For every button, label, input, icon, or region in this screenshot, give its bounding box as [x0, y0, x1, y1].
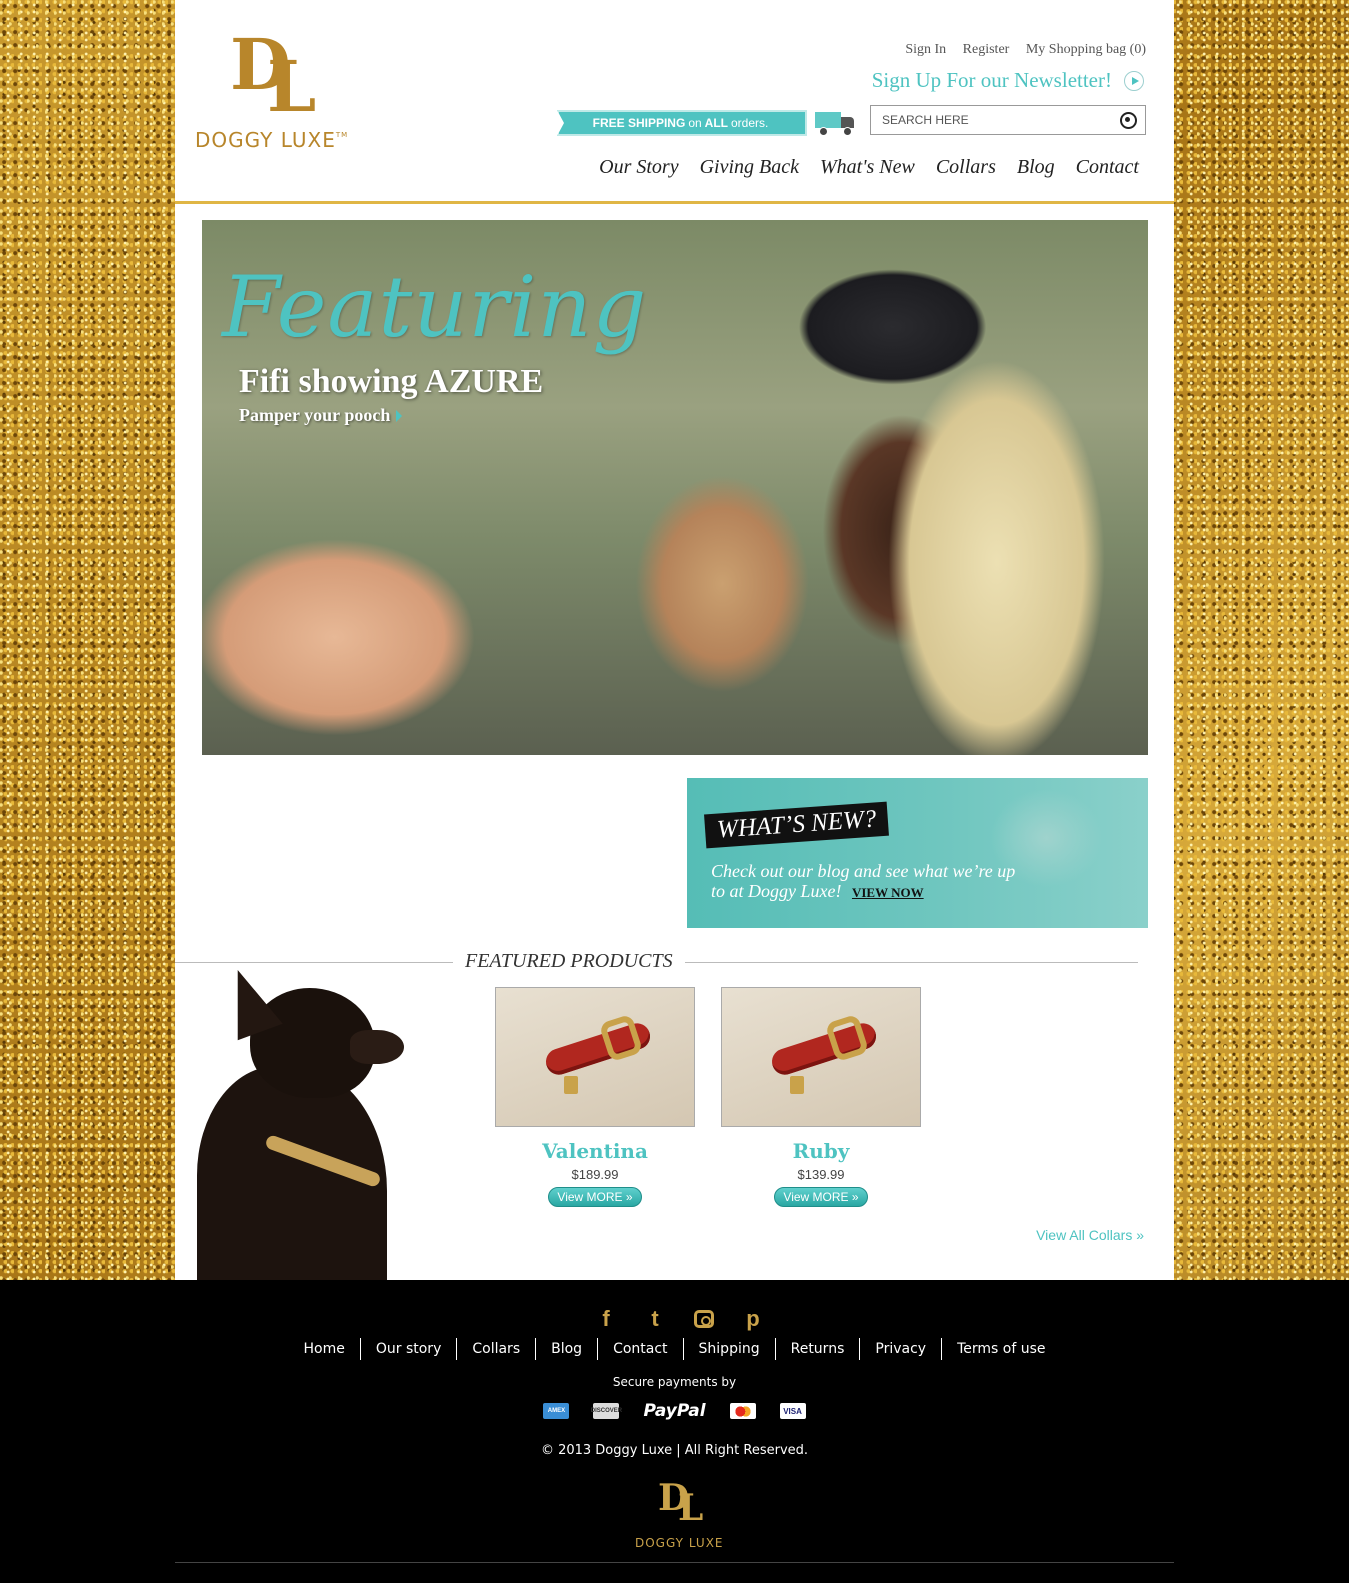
- view-now-link[interactable]: VIEW NOW: [852, 885, 924, 900]
- whats-new-banner[interactable]: WHAT’S NEW? Check out our blog and see w…: [687, 778, 1148, 928]
- hero-featuring: Featuring: [222, 258, 648, 356]
- shipping-free-text: FREE SHIPPING: [592, 116, 686, 130]
- footer-nav: Home Our story Collars Blog Contact Ship…: [0, 1338, 1349, 1360]
- header-divider: [175, 201, 1174, 204]
- search-box: [870, 105, 1146, 135]
- truck-icon: [815, 110, 857, 136]
- main-nav: Our Story Giving Back What's New Collars…: [583, 156, 1139, 179]
- footer-divider: [175, 1562, 1174, 1563]
- product-image[interactable]: [721, 987, 921, 1127]
- brand-logo[interactable]: D L DOGGY LUXETM: [195, 30, 365, 155]
- view-all-collars-link[interactable]: View All Collars »: [1036, 1227, 1144, 1243]
- payment-methods: AMEX DISCOVER PayPal VISA: [0, 1401, 1349, 1421]
- shipping-all-text: ALL: [704, 116, 728, 130]
- site-footer: f t p Home Our story Collars Blog Contac…: [0, 1280, 1349, 1583]
- shipping-ribbon: FREE SHIPPING on ALL orders.: [557, 110, 807, 136]
- product-price: $189.99: [571, 1167, 619, 1182]
- footer-link-our-story[interactable]: Our story: [361, 1338, 458, 1360]
- discover-icon: DISCOVER: [591, 1403, 622, 1419]
- paypal-icon: PayPal: [643, 1401, 706, 1421]
- footer-link-returns[interactable]: Returns: [776, 1338, 861, 1360]
- footer-link-home[interactable]: Home: [289, 1338, 361, 1360]
- search-input[interactable]: [871, 112, 1120, 128]
- product-name[interactable]: Ruby: [721, 1139, 921, 1163]
- dog-photo: [175, 968, 445, 1280]
- social-links: f t p: [590, 1306, 769, 1331]
- logo-name: DOGGY LUXE: [195, 128, 336, 152]
- facebook-icon[interactable]: f: [590, 1306, 622, 1331]
- whats-new-tag: WHAT’S NEW?: [704, 801, 890, 849]
- shopping-bag-link[interactable]: My Shopping bag (0): [1026, 42, 1146, 57]
- shipping-on-text: on: [688, 116, 702, 130]
- hero-subtitle: Fifi showing AZURE: [239, 363, 544, 400]
- nav-contact[interactable]: Contact: [1076, 156, 1139, 178]
- secure-payments-label: Secure payments by: [612, 1375, 737, 1389]
- hero-cta[interactable]: Pamper your pooch: [239, 405, 402, 426]
- footer-link-shipping[interactable]: Shipping: [684, 1338, 776, 1360]
- nav-giving-back[interactable]: Giving Back: [700, 156, 799, 178]
- sign-in-link[interactable]: Sign In: [905, 42, 946, 57]
- logo-letter-l: L: [267, 45, 317, 128]
- search-icon[interactable]: [1120, 111, 1137, 129]
- product-name[interactable]: Valentina: [495, 1139, 695, 1163]
- play-arrow-icon[interactable]: [1124, 70, 1144, 91]
- footer-logo[interactable]: D L DOGGY LUXE: [628, 1480, 728, 1555]
- nav-blog[interactable]: Blog: [1017, 156, 1055, 178]
- footer-logo-l: L: [678, 1487, 704, 1529]
- instagram-icon[interactable]: [694, 1310, 714, 1328]
- logo-wordmark: DOGGY LUXETM: [195, 128, 348, 152]
- pinterest-icon[interactable]: p: [737, 1306, 769, 1331]
- whats-new-copy: Check out our blog and see what we’re up…: [711, 861, 1031, 903]
- footer-link-blog[interactable]: Blog: [536, 1338, 599, 1360]
- featured-title: FEATURED PRODUCTS: [453, 950, 685, 973]
- visa-icon: VISA: [779, 1403, 806, 1419]
- page-content: D L DOGGY LUXETM Sign In Register My Sho…: [175, 0, 1174, 1280]
- amex-icon: AMEX: [543, 1403, 570, 1419]
- nav-our-story[interactable]: Our Story: [599, 156, 678, 178]
- newsletter-signup[interactable]: Sign Up For our Newsletter!: [872, 68, 1144, 93]
- footer-logo-text: DOGGY LUXE: [635, 1536, 724, 1550]
- footer-link-contact[interactable]: Contact: [598, 1338, 684, 1360]
- product-image[interactable]: [495, 987, 695, 1127]
- nav-whats-new[interactable]: What's New: [820, 156, 915, 178]
- product-price: $139.99: [797, 1167, 845, 1182]
- footer-link-collars[interactable]: Collars: [457, 1338, 537, 1360]
- newsletter-label: Sign Up For our Newsletter!: [871, 68, 1112, 92]
- twitter-icon[interactable]: t: [639, 1306, 671, 1331]
- free-shipping-banner: FREE SHIPPING on ALL orders.: [557, 110, 857, 136]
- product-card[interactable]: Valentina $189.99 View MORE »: [495, 987, 695, 1207]
- view-more-button[interactable]: View MORE »: [774, 1187, 868, 1207]
- view-more-button[interactable]: View MORE »: [548, 1187, 642, 1207]
- mastercard-icon: [729, 1403, 756, 1419]
- nav-collars[interactable]: Collars: [936, 156, 996, 178]
- copyright: © 2013 Doggy Luxe | All Right Reserved.: [540, 1443, 809, 1458]
- product-card[interactable]: Ruby $139.99 View MORE »: [721, 987, 921, 1207]
- shipping-orders-text: orders.: [731, 116, 769, 130]
- footer-link-privacy[interactable]: Privacy: [860, 1338, 943, 1360]
- logo-tm: TM: [335, 131, 349, 139]
- register-link[interactable]: Register: [963, 42, 1010, 57]
- footer-link-terms[interactable]: Terms of use: [942, 1338, 1060, 1360]
- hero-banner[interactable]: Featuring Fifi showing AZURE Pamper your…: [202, 220, 1148, 755]
- account-links: Sign In Register My Shopping bag (0): [892, 42, 1146, 58]
